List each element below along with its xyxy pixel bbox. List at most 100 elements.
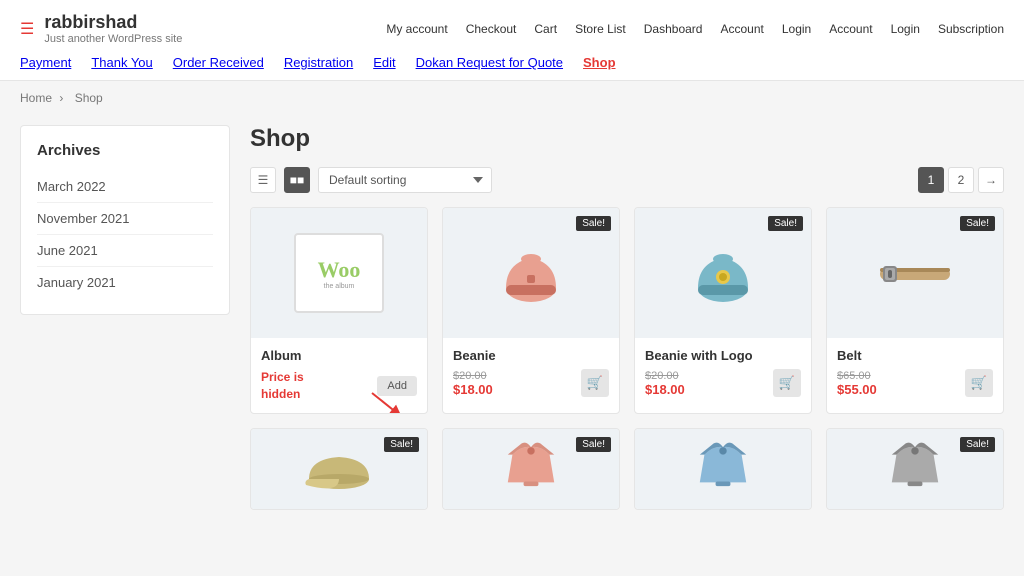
hoodie-blue-svg: [693, 436, 753, 501]
nav-row1-links: My account Checkout Cart Store List Dash…: [386, 22, 1004, 36]
toolbar-left: ☰ ■■ Default sorting Sort by popularity …: [250, 167, 492, 193]
shop-content: Shop ☰ ■■ Default sorting Sort by popula…: [250, 125, 1004, 510]
woo-sub: the album: [324, 283, 355, 290]
sale-price-beanie-logo: $18.00: [645, 382, 685, 397]
pagination: 1 2 →: [918, 167, 1004, 193]
beanie-blue-svg: [683, 233, 763, 313]
breadcrumb-home[interactable]: Home: [20, 91, 52, 105]
product-info-album: Album Price ishidden Add: [251, 338, 427, 413]
nav-row2: Payment Thank You Order Received Registr…: [20, 49, 1004, 80]
site-wrapper: ☰ rabbirshad Just another WordPress site…: [0, 0, 1024, 520]
product-img-belt: Sale!: [827, 208, 1003, 338]
product-card-cap: Sale!: [250, 428, 428, 510]
original-price-beanie: $20.00: [453, 370, 493, 382]
product-card-beanie-logo: Sale! Beanie with Logo: [634, 207, 812, 414]
sale-badge-beanie-logo: Sale!: [768, 216, 803, 231]
arrow-annotation: [367, 388, 407, 414]
beanie-pink-svg: [491, 233, 571, 313]
product-card-hoodie-blue: [634, 428, 812, 510]
logo-area: ☰ rabbirshad Just another WordPress site: [20, 12, 182, 45]
price-row-beanie-logo: $20.00 $18.00 🛒: [645, 369, 801, 397]
add-to-cart-beanie-logo[interactable]: 🛒: [773, 369, 801, 397]
page-1-button[interactable]: 1: [918, 167, 944, 193]
price-hidden-text: Price ishidden: [261, 369, 304, 403]
nav-shop[interactable]: Shop: [583, 55, 616, 70]
sort-select[interactable]: Default sorting Sort by popularity Sort …: [318, 167, 492, 193]
price-row-belt: $65.00 $55.00 🛒: [837, 369, 993, 397]
hoodie-gray-svg: [885, 436, 945, 501]
product-card-hoodie-gray: Sale!: [826, 428, 1004, 510]
sale-badge-beanie: Sale!: [576, 216, 611, 231]
page-next-button[interactable]: →: [978, 167, 1004, 193]
nav-account2[interactable]: Account: [829, 22, 872, 36]
prices-beanie-logo: $20.00 $18.00: [645, 370, 685, 397]
nav-login2[interactable]: Login: [891, 22, 920, 36]
woo-text: Woo: [318, 257, 361, 283]
product-name-belt: Belt: [837, 348, 993, 363]
archives-title: Archives: [37, 142, 213, 159]
nav-registration[interactable]: Registration: [284, 55, 353, 70]
list-view-button[interactable]: ☰: [250, 167, 276, 193]
nav-payment[interactable]: Payment: [20, 55, 71, 70]
site-name: rabbirshad: [44, 12, 182, 33]
nav-dokan[interactable]: Dokan Request for Quote: [416, 55, 563, 70]
nav-cart[interactable]: Cart: [534, 22, 557, 36]
product-img-cap: Sale!: [251, 429, 427, 509]
product-name-beanie: Beanie: [453, 348, 609, 363]
add-to-cart-beanie[interactable]: 🛒: [581, 369, 609, 397]
product-img-hoodie-gray: Sale!: [827, 429, 1003, 509]
nav-thank-you[interactable]: Thank You: [91, 55, 152, 70]
product-info-belt: Belt $65.00 $55.00 🛒: [827, 338, 1003, 407]
woo-album-image: Woo the album: [294, 233, 384, 313]
archive-november-2021[interactable]: November 2021: [37, 203, 213, 235]
original-price-beanie-logo: $20.00: [645, 370, 685, 382]
product-card-hoodie-pink: Sale!: [442, 428, 620, 510]
product-img-hoodie-pink: Sale!: [443, 429, 619, 509]
sale-badge-hoodie-gray: Sale!: [960, 437, 995, 452]
nav-store-list[interactable]: Store List: [575, 22, 626, 36]
archive-march-2022[interactable]: March 2022: [37, 171, 213, 203]
products-grid-row2: Sale! Sale!: [250, 428, 1004, 510]
cap-svg: [304, 439, 374, 499]
sale-price-beanie: $18.00: [453, 382, 493, 397]
nav-order-received[interactable]: Order Received: [173, 55, 264, 70]
nav-my-account[interactable]: My account: [386, 22, 447, 36]
hoodie-pink-svg: [501, 436, 561, 501]
page-2-button[interactable]: 2: [948, 167, 974, 193]
product-img-beanie-logo: Sale!: [635, 208, 811, 338]
archive-january-2021[interactable]: January 2021: [37, 267, 213, 298]
nav-account1[interactable]: Account: [720, 22, 763, 36]
product-card-belt: Sale! Belt $65.00: [826, 207, 1004, 414]
product-info-beanie: Beanie $20.00 $18.00 🛒: [443, 338, 619, 407]
nav-checkout[interactable]: Checkout: [466, 22, 517, 36]
archives-widget: Archives March 2022 November 2021 June 2…: [20, 125, 230, 315]
grid-view-button[interactable]: ■■: [284, 167, 310, 193]
prices-beanie: $20.00 $18.00: [453, 370, 493, 397]
sale-badge-hoodie-pink: Sale!: [576, 437, 611, 452]
hamburger-icon[interactable]: ☰: [20, 19, 34, 39]
top-bar: ☰ rabbirshad Just another WordPress site…: [0, 0, 1024, 81]
nav-subscription[interactable]: Subscription: [938, 22, 1004, 36]
breadcrumb-separator: ›: [59, 91, 66, 105]
add-to-cart-belt[interactable]: 🛒: [965, 369, 993, 397]
archive-june-2021[interactable]: June 2021: [37, 235, 213, 267]
nav-row1: ☰ rabbirshad Just another WordPress site…: [20, 0, 1004, 49]
belt-svg: [875, 233, 955, 313]
arrow-svg: [367, 388, 407, 414]
product-img-beanie: Sale!: [443, 208, 619, 338]
product-card-beanie: Sale! Beanie $20.00: [442, 207, 620, 414]
nav-edit[interactable]: Edit: [373, 55, 395, 70]
product-name-album: Album: [261, 348, 417, 363]
site-tagline: Just another WordPress site: [44, 33, 182, 45]
price-row-beanie: $20.00 $18.00 🛒: [453, 369, 609, 397]
products-grid-row1: Woo the album Album Price ishidden Add: [250, 207, 1004, 414]
sale-price-belt: $55.00: [837, 382, 877, 397]
nav-login1[interactable]: Login: [782, 22, 811, 36]
product-name-beanie-logo: Beanie with Logo: [645, 348, 801, 363]
product-img-hoodie-blue: [635, 429, 811, 509]
sale-badge-cap: Sale!: [384, 437, 419, 452]
prices-belt: $65.00 $55.00: [837, 370, 877, 397]
nav-dashboard[interactable]: Dashboard: [644, 22, 703, 36]
original-price-belt: $65.00: [837, 370, 877, 382]
product-img-album: Woo the album: [251, 208, 427, 338]
